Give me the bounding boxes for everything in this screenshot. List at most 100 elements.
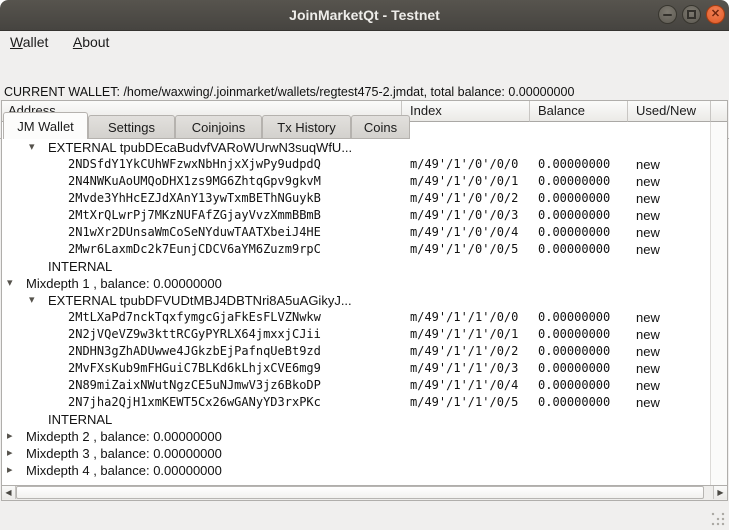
status-cell: new <box>636 360 660 377</box>
status-cell: new <box>636 190 660 207</box>
index-cell: m/49'/1'/1'/0/0 <box>410 309 518 326</box>
app-window: JoinMarketQt - Testnet ✕ Wallet About JM… <box>0 0 729 530</box>
expand-icon[interactable]: ▸ <box>7 462 13 478</box>
wallet-tree: Address Index Balance Used/New ▾Mixdepth… <box>1 100 728 501</box>
status-cell: new <box>636 224 660 241</box>
address-cell: Mixdepth 1 , balance: 0.00000000 <box>26 275 222 292</box>
column-header-balance[interactable]: Balance <box>530 101 628 122</box>
tree-row[interactable]: 2MvFXsKub9mFHGuiC7BLKd6kLhjxCVE6mg9m/49'… <box>2 360 710 377</box>
status-cell: new <box>636 326 660 343</box>
statusbar <box>0 501 729 530</box>
tree-rows: ▾Mixdepth 0 , balance: 0.00000000▾EXTERN… <box>2 122 710 479</box>
minimize-button[interactable] <box>658 5 677 24</box>
address-cell: EXTERNAL tpubDFVUDtMBJ4DBTNri8A5uAGikyJ.… <box>48 292 352 309</box>
balance-cell: 0.00000000 <box>538 343 610 360</box>
scroll-left-icon[interactable]: ◀ <box>2 486 16 499</box>
status-cell: new <box>636 377 660 394</box>
index-cell: m/49'/1'/1'/0/5 <box>410 394 518 411</box>
tree-row[interactable]: ▸ Mixdepth 3 , balance: 0.00000000 <box>2 445 710 462</box>
collapse-icon[interactable]: ▾ <box>7 275 13 291</box>
menu-about[interactable]: About <box>63 31 120 50</box>
close-icon: ✕ <box>707 6 724 23</box>
tab-coins[interactable]: Coins <box>351 115 410 139</box>
tree-row[interactable]: ▾ Mixdepth 1 , balance: 0.00000000 <box>2 275 710 292</box>
address-cell: 2Mvde3YhHcEZJdXAnY13ywTxmBEThNGuykB <box>68 190 321 207</box>
index-cell: m/49'/1'/0'/0/3 <box>410 207 518 224</box>
balance-cell: 0.00000000 <box>538 394 610 411</box>
titlebar[interactable]: JoinMarketQt - Testnet ✕ <box>0 0 729 31</box>
tree-row[interactable]: 2N1wXr2DUnsaWmCoSeNYduwTAATXbeiJ4HEm/49'… <box>2 224 710 241</box>
tree-row[interactable]: ▾ EXTERNAL tpubDEcaBudvfVARoWUrwN3suqWfU.… <box>2 139 710 156</box>
tree-row[interactable]: INTERNAL <box>2 258 710 275</box>
tree-row[interactable]: 2MtXrQLwrPj7MKzNUFAfZGjayVvzXmmBBmBm/49'… <box>2 207 710 224</box>
status-cell: new <box>636 156 660 173</box>
address-cell: 2NDSfdY1YkCUhWFzwxNbHnjxXjwPy9udpdQ <box>68 156 321 173</box>
address-cell: EXTERNAL tpubDEcaBudvfVARoWUrwN3suqWfU..… <box>48 139 352 156</box>
tree-row[interactable]: 2NDHN3gZhADUwwe4JGkzbEjPafnqUeBt9zd m/49'… <box>2 343 710 360</box>
tree-row[interactable]: 2Mvde3YhHcEZJdXAnY13ywTxmBEThNGuykBm/49'… <box>2 190 710 207</box>
tree-row[interactable]: 2N7jha2QjH1xmKEWT5Cx26wGANyYD3rxPKc m/49'… <box>2 394 710 411</box>
horizontal-scrollbar-thumb[interactable] <box>16 486 704 499</box>
scroll-right-icon[interactable]: ▶ <box>713 486 727 499</box>
balance-cell: 0.00000000 <box>538 377 610 394</box>
tab-tx-history[interactable]: Tx History <box>262 115 351 139</box>
address-cell: 2NDHN3gZhADUwwe4JGkzbEjPafnqUeBt9zd <box>68 343 321 360</box>
balance-cell: 0.00000000 <box>538 241 610 258</box>
index-cell: m/49'/1'/0'/0/1 <box>410 173 518 190</box>
tab-settings[interactable]: Settings <box>88 115 175 139</box>
expand-icon[interactable]: ▸ <box>7 445 13 461</box>
maximize-icon <box>687 10 696 19</box>
collapse-icon[interactable]: ▾ <box>29 139 35 155</box>
tabbar: JM Wallet Settings Coinjoins Tx History … <box>0 55 729 84</box>
balance-cell: 0.00000000 <box>538 360 610 377</box>
tab-jm-wallet[interactable]: JM Wallet <box>3 112 88 139</box>
balance-cell: 0.00000000 <box>538 207 610 224</box>
index-cell: m/49'/1'/1'/0/4 <box>410 377 518 394</box>
address-cell: 2Mwr6LaxmDc2k7EunjCDCV6aYM6Zuzm9rpC <box>68 241 321 258</box>
balance-cell: 0.00000000 <box>538 173 610 190</box>
index-cell: m/49'/1'/0'/0/4 <box>410 224 518 241</box>
balance-cell: 0.00000000 <box>538 309 610 326</box>
tree-row[interactable]: 2Mwr6LaxmDc2k7EunjCDCV6aYM6Zuzm9rpC m/49'… <box>2 241 710 258</box>
tree-row[interactable]: INTERNAL <box>2 411 710 428</box>
address-cell: 2N7jha2QjH1xmKEWT5Cx26wGANyYD3rxPKc <box>68 394 321 411</box>
address-cell: INTERNAL <box>48 258 112 275</box>
tab-coinjoins[interactable]: Coinjoins <box>175 115 262 139</box>
tree-row[interactable]: 2N4NWKuAoUMQoDHX1zs9MG6ZhtqGpv9gkvMm/49'… <box>2 173 710 190</box>
horizontal-scrollbar[interactable]: ◀ ▶ <box>2 485 727 500</box>
status-cell: new <box>636 394 660 411</box>
address-cell: Mixdepth 2 , balance: 0.00000000 <box>26 428 222 445</box>
index-cell: m/49'/1'/1'/0/2 <box>410 343 518 360</box>
balance-cell: 0.00000000 <box>538 156 610 173</box>
address-cell: 2N2jVQeVZ9w3kttRCGyPYRLX64jmxxjCJii <box>68 326 321 343</box>
status-cell: new <box>636 309 660 326</box>
tree-row[interactable]: 2N2jVQeVZ9w3kttRCGyPYRLX64jmxxjCJii m/49'… <box>2 326 710 343</box>
collapse-icon[interactable]: ▾ <box>29 292 35 308</box>
vertical-scrollbar-gutter[interactable] <box>710 122 727 486</box>
maximize-button[interactable] <box>682 5 701 24</box>
address-cell: INTERNAL <box>48 411 112 428</box>
address-cell: Mixdepth 4 , balance: 0.00000000 <box>26 462 222 479</box>
resize-grip-icon[interactable] <box>711 512 726 527</box>
balance-cell: 0.00000000 <box>538 326 610 343</box>
tree-row[interactable]: 2MtLXaPd7nckTqxfymgcGjaFkEsFLVZNwkwm/49'… <box>2 309 710 326</box>
index-cell: m/49'/1'/1'/0/1 <box>410 326 518 343</box>
tree-row[interactable]: ▸ Mixdepth 2 , balance: 0.00000000 <box>2 428 710 445</box>
tree-row[interactable]: ▸ Mixdepth 4 , balance: 0.00000000 <box>2 462 710 479</box>
address-cell: 2MvFXsKub9mFHGuiC7BLKd6kLhjxCVE6mg9 <box>68 360 321 377</box>
menu-wallet[interactable]: Wallet <box>0 31 58 50</box>
status-cell: new <box>636 241 660 258</box>
index-cell: m/49'/1'/0'/0/5 <box>410 241 518 258</box>
tree-row[interactable]: 2NDSfdY1YkCUhWFzwxNbHnjxXjwPy9udpdQm/49'… <box>2 156 710 173</box>
tree-row[interactable]: 2N89miZaixNWutNgzCE5uNJmwV3jz6BkoDPm/49'… <box>2 377 710 394</box>
status-cell: new <box>636 343 660 360</box>
address-cell: Mixdepth 3 , balance: 0.00000000 <box>26 445 222 462</box>
column-header-used[interactable]: Used/New <box>628 101 711 122</box>
menubar: Wallet About <box>0 31 729 55</box>
current-wallet-label: CURRENT WALLET: /home/waxwing/.joinmarke… <box>4 85 724 99</box>
close-button[interactable]: ✕ <box>706 5 725 24</box>
expand-icon[interactable]: ▸ <box>7 428 13 444</box>
tree-row[interactable]: ▾ EXTERNAL tpubDFVUDtMBJ4DBTNri8A5uAGikyJ… <box>2 292 710 309</box>
column-header-index[interactable]: Index <box>402 101 530 122</box>
minimize-icon <box>663 14 672 16</box>
